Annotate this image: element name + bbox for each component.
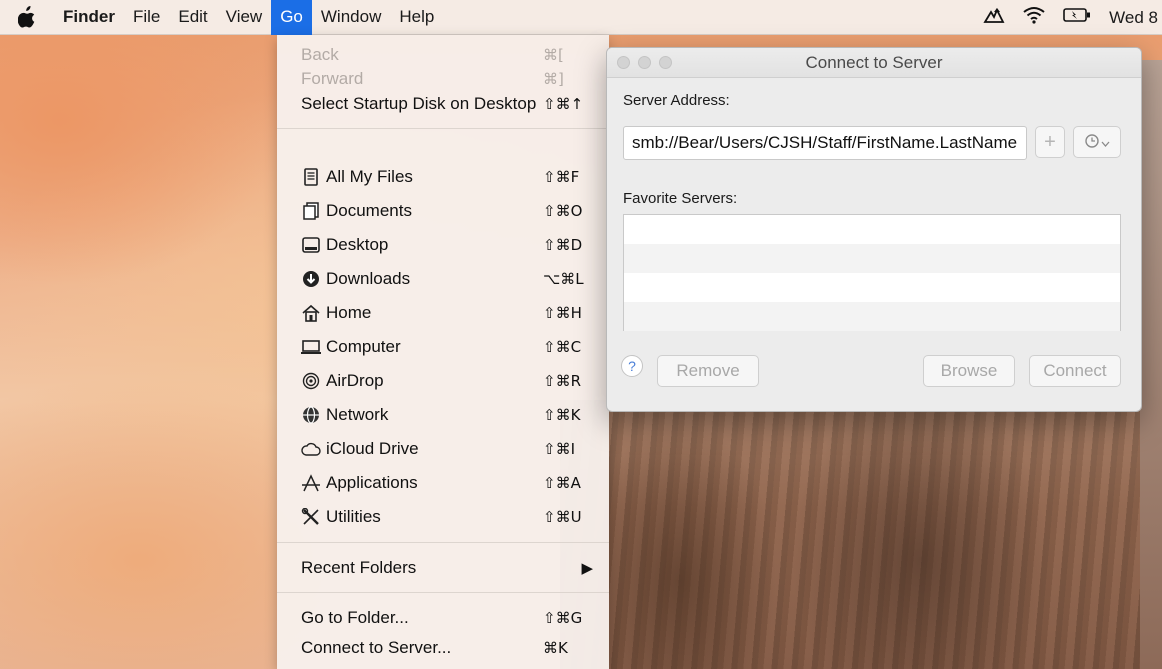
- documents-icon: [301, 201, 321, 221]
- menu-item-shortcut: ⇧⌘U: [543, 508, 582, 526]
- wallpaper-rock: [560, 400, 1162, 669]
- menu-item-shortcut: ⇧⌘A: [543, 474, 581, 492]
- menu-item-label: Recent Folders: [301, 558, 417, 577]
- menu-finder[interactable]: Finder: [54, 0, 124, 35]
- list-row[interactable]: [624, 273, 1120, 302]
- menu-item-label: All My Files: [326, 167, 413, 186]
- all-files-icon: [301, 167, 321, 187]
- favorite-servers-list[interactable]: [623, 214, 1121, 331]
- downloads-icon: [301, 269, 321, 289]
- menu-item-label: Computer: [326, 337, 401, 356]
- help-button[interactable]: ?: [621, 355, 643, 377]
- remove-button[interactable]: Remove: [657, 355, 759, 387]
- network-icon: [301, 405, 321, 425]
- menu-item-label: Network: [326, 405, 389, 424]
- menu-window[interactable]: Window: [312, 0, 390, 35]
- menu-item-label: Select Startup Disk on Desktop: [301, 94, 537, 113]
- menu-item-select-startup-disk[interactable]: Select Startup Disk on Desktop ⇧⌘↑: [277, 88, 609, 120]
- menu-file[interactable]: File: [124, 0, 169, 35]
- menu-item-shortcut: ⌘[: [543, 46, 564, 64]
- menu-item-label: AirDrop: [326, 371, 384, 390]
- menu-item-go-to-folder[interactable]: Go to Folder... ⇧⌘G: [277, 602, 609, 634]
- menu-item-shortcut: ⇧⌘K: [543, 406, 581, 424]
- menu-item-documents[interactable]: Documents ⇧⌘O: [277, 195, 609, 227]
- menu-item-downloads[interactable]: Downloads ⌥⌘L: [277, 263, 609, 295]
- menu-separator: [277, 128, 609, 129]
- menu-item-shortcut: ⇧⌘H: [543, 304, 582, 322]
- menu-item-label: Forward: [301, 69, 364, 88]
- server-address-label: Server Address:: [623, 92, 730, 109]
- menu-help[interactable]: Help: [390, 0, 443, 35]
- menu-item-shortcut: ⇧⌘D: [543, 236, 583, 254]
- battery-icon[interactable]: [1063, 7, 1091, 28]
- menu-item-shortcut: ⇧⌘G: [543, 609, 583, 627]
- menu-item-label: Utilities: [326, 507, 381, 526]
- list-row[interactable]: [624, 302, 1120, 331]
- menu-item-recent-folders[interactable]: Recent Folders ▶: [277, 552, 609, 584]
- menu-bar: Finder File Edit View Go Window Help Wed…: [0, 0, 1162, 35]
- menu-separator: [277, 542, 609, 543]
- go-menu-dropdown: Back ⌘[ Forward ⌘] Select Startup Disk o…: [277, 35, 609, 669]
- chevron-down-icon: [1101, 134, 1110, 150]
- menu-item-label: Desktop: [326, 235, 389, 254]
- menu-item-computer[interactable]: Computer ⇧⌘C: [277, 331, 609, 363]
- menu-item-shortcut: ⌘]: [543, 70, 564, 88]
- menu-item-home[interactable]: Home ⇧⌘H: [277, 297, 609, 329]
- submenu-arrow-icon: ▶: [581, 559, 593, 577]
- list-row[interactable]: [624, 215, 1120, 244]
- menu-item-label: Documents: [326, 201, 412, 220]
- menu-item-label: Back: [301, 45, 339, 64]
- menu-item-all-my-files[interactable]: All My Files ⇧⌘F: [277, 161, 609, 193]
- menu-item-shortcut: ⌘K: [543, 639, 568, 657]
- menu-item-network[interactable]: Network ⇧⌘K: [277, 399, 609, 431]
- menu-item-icloud-drive[interactable]: iCloud Drive ⇧⌘I: [277, 433, 609, 465]
- window-title: Connect to Server: [805, 53, 943, 72]
- menu-edit[interactable]: Edit: [169, 0, 216, 35]
- browse-button[interactable]: Browse: [923, 355, 1015, 387]
- menu-view[interactable]: View: [217, 0, 272, 35]
- icloud-icon: [301, 439, 321, 459]
- menu-item-shortcut: ⇧⌘C: [543, 338, 582, 356]
- connect-button[interactable]: Connect: [1029, 355, 1121, 387]
- home-icon: [301, 303, 321, 323]
- menu-go[interactable]: Go: [271, 0, 312, 35]
- recent-servers-button[interactable]: [1073, 126, 1121, 158]
- menu-item-shortcut: ⌥⌘L: [543, 270, 584, 288]
- menu-item-label: Connect to Server...: [301, 638, 452, 657]
- favorite-servers-label: Favorite Servers:: [623, 190, 738, 207]
- clock[interactable]: Wed 8: [1109, 8, 1158, 28]
- menu-item-label: Applications: [326, 473, 418, 492]
- connect-to-server-window: Connect to Server Server Address: smb://…: [606, 47, 1142, 412]
- menu-item-label: Go to Folder...: [301, 608, 409, 627]
- airdrop-icon: [301, 371, 321, 391]
- clock-icon: [1084, 133, 1099, 151]
- menu-item-desktop[interactable]: Desktop ⇧⌘D: [277, 229, 609, 261]
- wallpaper-rock-edge: [1140, 60, 1162, 669]
- menu-item-shortcut: ⇧⌘F: [543, 168, 580, 186]
- menu-item-shortcut: ⇧⌘O: [543, 202, 583, 220]
- wifi-icon[interactable]: [1023, 6, 1045, 29]
- menu-item-label: Home: [326, 303, 372, 322]
- applications-icon: [301, 473, 321, 493]
- menu-item-label: Downloads: [326, 269, 411, 288]
- list-row[interactable]: [624, 244, 1120, 273]
- add-favorite-button[interactable]: +: [1035, 126, 1065, 158]
- menu-item-connect-to-server[interactable]: Connect to Server... ⌘K: [277, 632, 609, 664]
- menu-item-shortcut: ⇧⌘I: [543, 440, 575, 458]
- utilities-icon: [301, 507, 321, 527]
- computer-icon: [301, 337, 321, 357]
- menu-item-label: iCloud Drive: [326, 439, 419, 458]
- menu-item-shortcut: ⇧⌘↑: [543, 95, 584, 113]
- network-activity-icon[interactable]: [983, 6, 1005, 29]
- menu-item-utilities[interactable]: Utilities ⇧⌘U: [277, 501, 609, 533]
- menu-item-shortcut: ⇧⌘R: [543, 372, 581, 390]
- server-address-input[interactable]: smb://Bear/Users/CJSH/Staff/FirstName.La…: [623, 126, 1027, 160]
- menu-separator: [277, 592, 609, 593]
- desktop-icon: [301, 235, 321, 255]
- menu-item-applications[interactable]: Applications ⇧⌘A: [277, 467, 609, 499]
- menu-item-airdrop[interactable]: AirDrop ⇧⌘R: [277, 365, 609, 397]
- window-titlebar[interactable]: Connect to Server: [607, 48, 1141, 78]
- apple-menu-icon[interactable]: [0, 6, 54, 28]
